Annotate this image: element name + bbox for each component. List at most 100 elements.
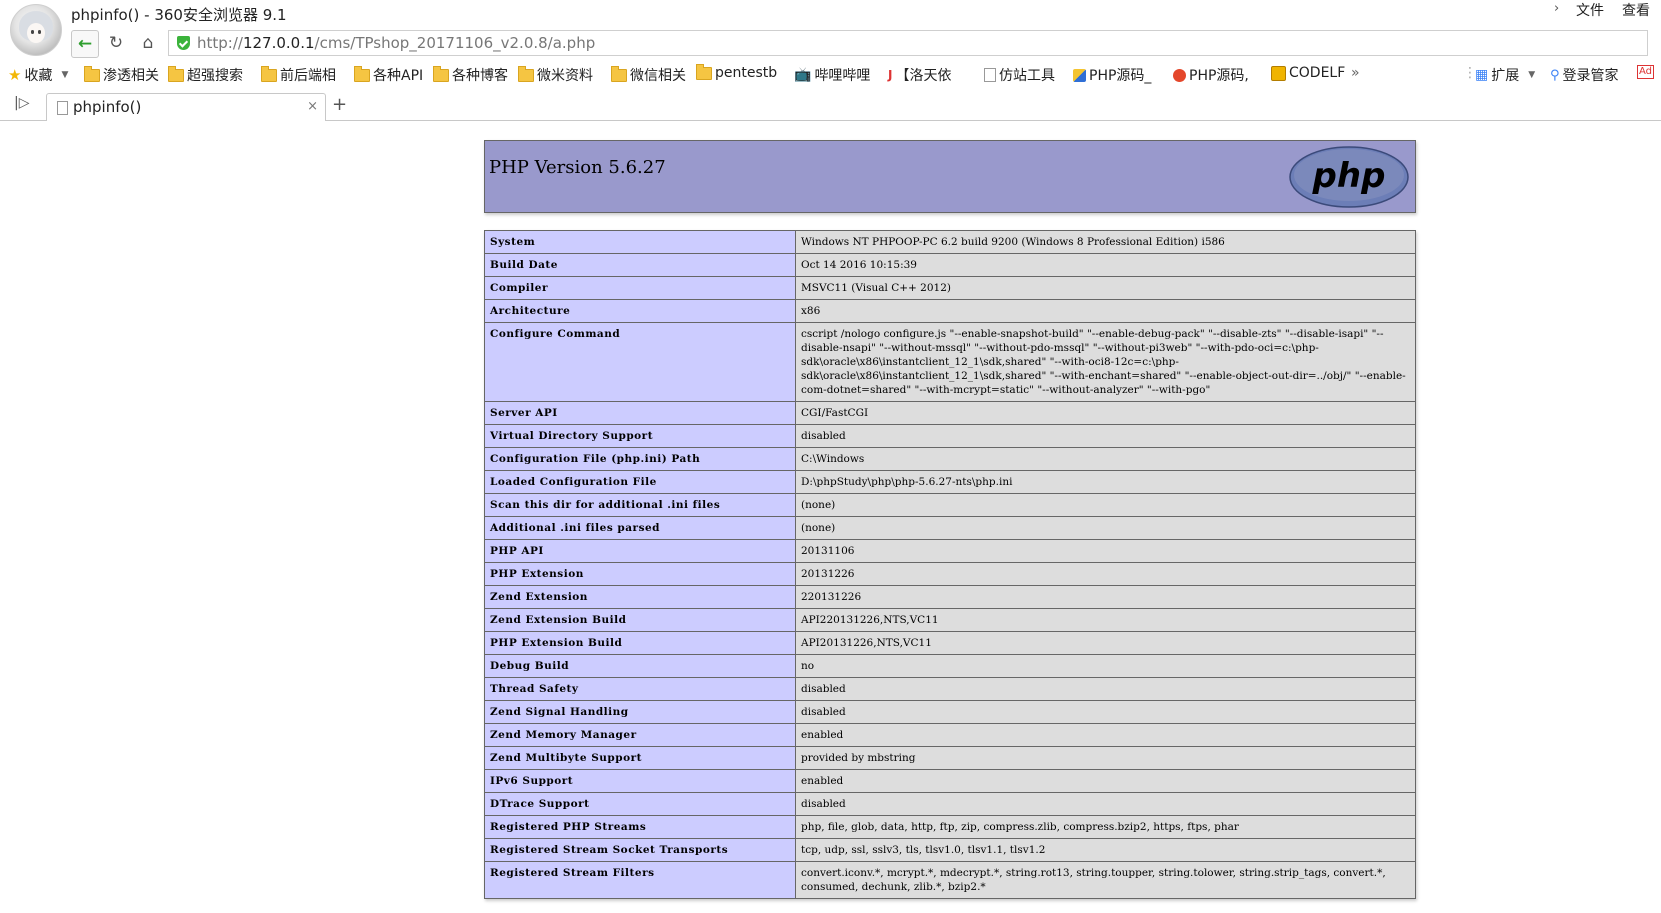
info-key: PHP Extension xyxy=(484,562,796,586)
chevron-down-icon: ▼ xyxy=(61,70,69,80)
info-key: Thread Safety xyxy=(484,677,796,701)
site-icon xyxy=(1173,68,1186,82)
info-key: Zend Multibyte Support xyxy=(484,746,796,770)
table-row: Virtual Directory Support disabled xyxy=(484,424,1416,448)
table-row: Zend Memory Manager enabled xyxy=(484,723,1416,747)
info-value: x86 xyxy=(795,299,1416,323)
menu-file[interactable]: 文件 xyxy=(1576,0,1604,20)
reload-button[interactable]: ↻ xyxy=(103,30,129,56)
grid-icon: ▦ xyxy=(1475,67,1489,83)
ad-block-button[interactable]: Ad xyxy=(1637,65,1655,79)
info-key: Zend Extension xyxy=(484,585,796,609)
site-icon xyxy=(1073,68,1086,82)
info-key: Zend Extension Build xyxy=(484,608,796,632)
table-row: PHP API 20131106 xyxy=(484,539,1416,563)
bookmarks-bar: ★ 收藏 ▼ 渗透相关 超强搜索 前后端相 各种API 各种博客 微米资料 微信相关… xyxy=(0,61,1661,89)
info-key: Registered PHP Streams xyxy=(484,815,796,839)
info-key: Architecture xyxy=(484,299,796,323)
info-key: Server API xyxy=(484,401,796,425)
folder-icon xyxy=(354,65,370,82)
php-info-table: System Windows NT PHPOOP-PC 6.2 build 920… xyxy=(484,230,1416,899)
table-row: Registered PHP Streams php, file, glob, d… xyxy=(484,815,1416,839)
table-row: Registered Stream Filters convert.iconv.*… xyxy=(484,861,1416,899)
table-row: IPv6 Support enabled xyxy=(484,769,1416,793)
bookmark-link[interactable]: CODELF xyxy=(1271,65,1345,81)
bookmark-folder[interactable]: 前后端相 xyxy=(261,65,336,85)
bookmark-link[interactable]: PHP源码_ xyxy=(1073,65,1151,85)
bookmark-folder[interactable]: pentestb xyxy=(696,63,777,81)
title-bar: phpinfo() - 360安全浏览器 9.1 › 文件 查看 xyxy=(0,0,1661,28)
info-key: Virtual Directory Support xyxy=(484,424,796,448)
bookmark-folder[interactable]: 渗透相关 xyxy=(84,65,159,85)
info-key: Zend Signal Handling xyxy=(484,700,796,724)
info-value: disabled xyxy=(795,424,1416,448)
table-row: Configuration File (php.ini) Path C:\Wind… xyxy=(484,447,1416,471)
bookmark-folder[interactable]: 各种API xyxy=(354,65,423,85)
chevron-right-icon[interactable]: › xyxy=(1554,1,1559,16)
bookmark-link[interactable]: 📺 哔哩哔哩 xyxy=(794,65,870,85)
back-button[interactable]: ← xyxy=(71,30,99,58)
info-key: Configuration File (php.ini) Path xyxy=(484,447,796,471)
folder-icon xyxy=(518,65,534,82)
tab-bar: |▷ phpinfo() × + xyxy=(0,91,1661,122)
info-value: Windows NT PHPOOP-PC 6.2 build 9200 (Win… xyxy=(795,230,1416,254)
info-key: DTrace Support xyxy=(484,792,796,816)
php-logo[interactable]: php xyxy=(1288,145,1410,209)
extensions-button[interactable]: ▦ 扩展 ▼ xyxy=(1475,65,1535,85)
user-avatar[interactable] xyxy=(10,4,62,56)
info-value: disabled xyxy=(795,677,1416,701)
login-manager-button[interactable]: ⚲ 登录管家 xyxy=(1550,65,1619,85)
star-icon: ★ xyxy=(8,66,22,84)
info-key: Debug Build xyxy=(484,654,796,678)
url-text[interactable]: http://127.0.0.1/cms/TPshop_20171106_v2.… xyxy=(197,34,595,52)
bookmark-folder[interactable]: 微信相关 xyxy=(611,65,686,85)
site-icon xyxy=(1271,65,1286,81)
sidebar-toggle-icon[interactable]: |▷ xyxy=(14,95,29,111)
info-key: Zend Memory Manager xyxy=(484,723,796,747)
bookmark-link[interactable]: J 【洛天依 xyxy=(888,65,951,85)
bilibili-icon: 📺 xyxy=(794,67,812,83)
info-key: Configure Command xyxy=(484,322,796,402)
bookmarks-overflow[interactable]: » xyxy=(1351,65,1360,81)
info-key: Compiler xyxy=(484,276,796,300)
info-value: provided by mbstring xyxy=(795,746,1416,770)
table-row: Configure Command cscript /nologo configu… xyxy=(484,322,1416,402)
info-key: Registered Stream Socket Transports xyxy=(484,838,796,862)
page-icon xyxy=(57,101,68,115)
bookmark-folder[interactable]: 各种博客 xyxy=(433,65,508,85)
php-version-header: PHP Version 5.6.27 php xyxy=(484,140,1416,213)
info-value: (none) xyxy=(795,493,1416,517)
info-value: php, file, glob, data, http, ftp, zip, c… xyxy=(795,815,1416,839)
info-value: cscript /nologo configure.js "--enable-s… xyxy=(795,322,1416,402)
table-row: Zend Extension 220131226 xyxy=(484,585,1416,609)
reload-icon: ↻ xyxy=(108,33,124,53)
close-icon[interactable]: × xyxy=(307,99,318,114)
info-value: 220131226 xyxy=(795,585,1416,609)
info-key: Loaded Configuration File xyxy=(484,470,796,494)
bookmark-link[interactable]: PHP源码, xyxy=(1173,65,1249,85)
chevron-down-icon: ▼ xyxy=(1528,70,1536,80)
shield-icon xyxy=(177,36,190,50)
folder-icon xyxy=(84,65,100,82)
info-key: PHP API xyxy=(484,539,796,563)
bookmark-folder[interactable]: 超强搜索 xyxy=(168,65,243,85)
home-button[interactable]: ⌂ xyxy=(135,30,161,56)
table-row: Zend Extension Build API220131226,NTS,VC1… xyxy=(484,608,1416,632)
table-row: DTrace Support disabled xyxy=(484,792,1416,816)
folder-icon xyxy=(168,65,184,82)
menu-view[interactable]: 查看 xyxy=(1622,0,1650,20)
table-row: Loaded Configuration File D:\phpStudy\php… xyxy=(484,470,1416,494)
address-bar[interactable]: http://127.0.0.1/cms/TPshop_20171106_v2.… xyxy=(168,30,1648,56)
info-value: MSVC11 (Visual C++ 2012) xyxy=(795,276,1416,300)
new-tab-button[interactable]: + xyxy=(332,94,347,115)
info-value: C:\Windows xyxy=(795,447,1416,471)
bookmark-folder[interactable]: 微米资料 xyxy=(518,65,593,85)
info-key: Registered Stream Filters xyxy=(484,861,796,899)
tab-phpinfo[interactable]: phpinfo() × xyxy=(46,93,326,122)
info-value: disabled xyxy=(795,700,1416,724)
bookmark-favorites[interactable]: ★ 收藏 ▼ xyxy=(8,65,68,85)
bookmark-link[interactable]: 仿站工具 xyxy=(984,65,1055,85)
ad-icon: Ad xyxy=(1637,65,1655,79)
table-row: Server API CGI/FastCGI xyxy=(484,401,1416,425)
table-row: Zend Multibyte Support provided by mbstri… xyxy=(484,746,1416,770)
